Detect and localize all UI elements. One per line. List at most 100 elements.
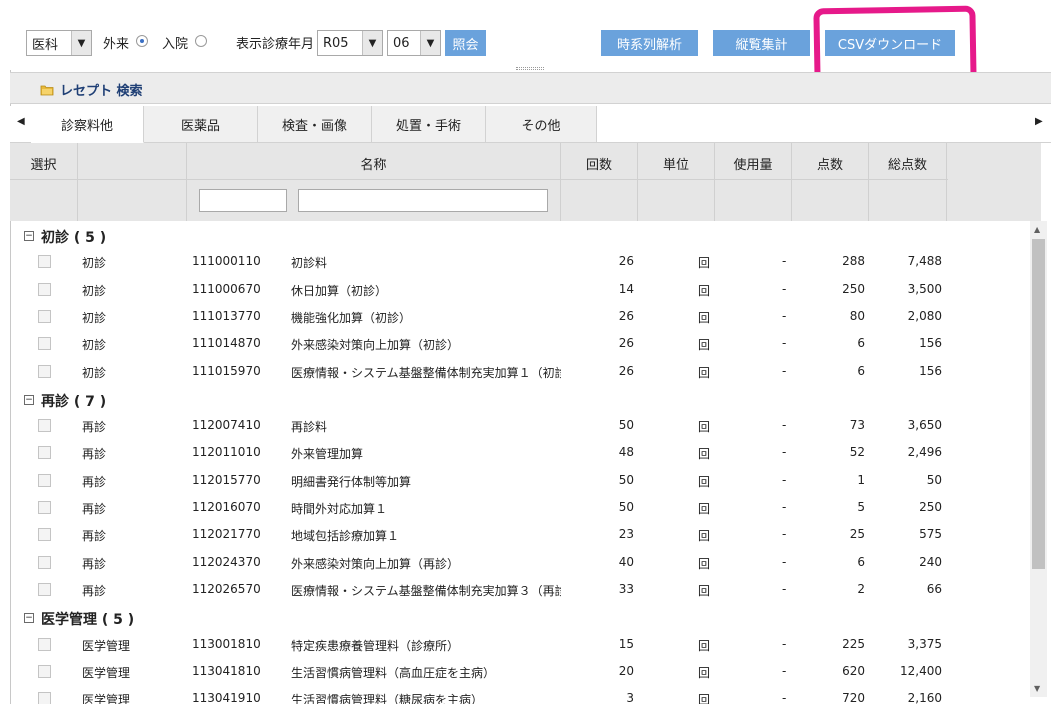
splitter-handle[interactable]	[516, 67, 544, 70]
timeseries-analysis-button[interactable]: 時系列解析	[601, 30, 698, 56]
row-checkbox[interactable]	[38, 582, 51, 596]
row-checkbox[interactable]	[38, 255, 51, 269]
table-row[interactable]: 再診 112007410 再診料 50 回 - 73 3,650	[10, 413, 1030, 440]
total-points-cell: 250	[919, 500, 942, 514]
receipt-search-title[interactable]: レセプト 検索	[60, 80, 143, 99]
scroll-down-icon[interactable]: ▼	[1034, 684, 1040, 693]
column-header-points[interactable]: 点数	[792, 143, 869, 221]
column-header-usage[interactable]: 使用量	[715, 143, 792, 221]
table-row[interactable]: 再診 112026570 医療情報・システム基盤整備体制充実加算３（再診） 33 回 - 2…	[10, 577, 1030, 604]
group-title: 医学管理 ( 5 )	[41, 612, 135, 629]
name-filter-input[interactable]	[298, 189, 548, 212]
row-checkbox[interactable]	[38, 337, 51, 351]
row-checkbox[interactable]	[38, 473, 51, 487]
category-cell: 初診	[82, 256, 107, 271]
code-cell: 112026570	[192, 581, 261, 596]
name-cell: 生活習慣病管理料（糖尿病を主病）	[291, 693, 484, 704]
category-cell: 再診	[82, 556, 107, 571]
total-points-cell: 2,496	[907, 445, 942, 460]
column-header-unit[interactable]: 単位	[638, 143, 715, 221]
month-select[interactable]: 06 ▼	[387, 30, 441, 56]
collapse-icon[interactable]: −	[24, 231, 34, 241]
total-points-cell: 156	[919, 336, 942, 351]
group-header[interactable]: − 再診 ( 7 )	[10, 386, 1030, 413]
table-row[interactable]: 再診 112021770 地域包括診療加算１ 23 回 - 25 575	[10, 522, 1030, 549]
outpatient-label: 外来	[103, 37, 130, 52]
era-year-select[interactable]: R05 ▼	[317, 30, 383, 56]
unit-cell: 回	[698, 693, 711, 704]
outpatient-radio[interactable]	[136, 35, 148, 47]
tab-scroll-right-icon[interactable]: ▶	[1035, 116, 1043, 127]
query-button[interactable]: 照会	[445, 30, 486, 56]
table-row[interactable]: 初診 111014870 外来感染対策向上加算（初診） 26 回 - 6 156	[10, 331, 1030, 358]
usage-cell: -	[782, 472, 787, 487]
row-checkbox[interactable]	[38, 446, 51, 460]
code-filter-input[interactable]	[199, 189, 287, 212]
row-checkbox[interactable]	[38, 282, 51, 296]
department-select[interactable]: 医科 ▼	[26, 30, 92, 56]
table-row[interactable]: 初診 111013770 機能強化加算（初診） 26 回 - 80 2,080	[10, 304, 1030, 331]
code-cell: 113001810	[192, 636, 261, 651]
collapse-icon[interactable]: −	[24, 394, 34, 405]
count-cell: 14	[618, 281, 634, 296]
table-row[interactable]: 再診 112011010 外来管理加算 48 回 - 52 2,496	[10, 440, 1030, 467]
column-header-total-points[interactable]: 総点数	[869, 143, 947, 221]
category-cell: 再診	[82, 583, 107, 598]
column-header-select[interactable]: 選択	[10, 143, 78, 221]
table-row[interactable]: 初診 111000110 初診料 26 回 - 288 7,488	[10, 249, 1030, 276]
tab-procedure-surgery[interactable]: 処置・手術	[372, 106, 486, 143]
name-cell: 医療情報・システム基盤整備体制充実加算１（初診）	[291, 365, 561, 380]
table-row[interactable]: 再診 112024370 外来感染対策向上加算（再診） 40 回 - 6 240	[10, 550, 1030, 577]
points-cell: 1	[857, 472, 865, 487]
table-row[interactable]: 初診 111015970 医療情報・システム基盤整備体制充実加算１（初診） 26 回 - 6…	[10, 359, 1030, 386]
table-row[interactable]: 再診 112015770 明細書発行体制等加算 50 回 - 1 50	[10, 468, 1030, 495]
row-checkbox[interactable]	[38, 664, 51, 678]
vertical-scrollbar[interactable]: ▲ ▼	[1030, 221, 1047, 697]
total-points-cell: 50	[926, 472, 942, 487]
tab-exam-imaging[interactable]: 検査・画像	[258, 106, 372, 143]
name-cell: 特定疾患療養管理料（診療所）	[291, 638, 460, 653]
tab-other[interactable]: その他	[486, 106, 597, 143]
tab-bar: ◀ 診察料他 医薬品 検査・画像 処置・手術 その他 ▶	[10, 106, 1051, 143]
name-cell: 外来感染対策向上加算（初診）	[291, 338, 460, 353]
table-row[interactable]: 医学管理 113041810 生活習慣病管理料（高血圧症を主病） 20 回 - 620 12,…	[10, 659, 1030, 686]
inpatient-radio[interactable]	[195, 35, 207, 47]
category-cell: 再診	[82, 420, 107, 435]
scroll-up-icon[interactable]: ▲	[1034, 225, 1040, 234]
name-cell: 再診料	[291, 420, 328, 435]
group-header[interactable]: − 初診 ( 5 )	[10, 222, 1030, 249]
row-checkbox[interactable]	[38, 419, 51, 433]
unit-cell: 回	[698, 365, 711, 380]
tab-scroll-left-icon[interactable]: ◀	[17, 116, 25, 127]
row-checkbox[interactable]	[38, 528, 51, 542]
tab-medicine[interactable]: 医薬品	[144, 106, 258, 143]
table-row[interactable]: 医学管理 113041910 生活習慣病管理料（糖尿病を主病） 3 回 - 720 2,160	[10, 686, 1030, 704]
chevron-down-icon: ▼	[362, 31, 382, 55]
unit-cell: 回	[698, 283, 711, 298]
table-row[interactable]: 医学管理 113001810 特定疾患療養管理料（診療所） 15 回 - 225 3,375	[10, 632, 1030, 659]
tab-consultation[interactable]: 診察料他	[31, 106, 144, 143]
column-header-count[interactable]: 回数	[561, 143, 638, 221]
row-checkbox[interactable]	[38, 555, 51, 569]
row-checkbox[interactable]	[38, 637, 51, 651]
row-checkbox[interactable]	[38, 309, 51, 323]
table-row[interactable]: 再診 112016070 時間外対応加算１ 50 回 - 5 250	[10, 495, 1030, 522]
folder-icon	[40, 85, 54, 96]
usage-cell: -	[782, 445, 787, 460]
table-row[interactable]: 初診 111000670 休日加算（初診） 14 回 - 250 3,500	[10, 277, 1030, 304]
scrollbar-thumb[interactable]	[1032, 239, 1045, 569]
row-checkbox[interactable]	[38, 501, 51, 514]
points-cell: 6	[857, 363, 865, 378]
total-points-cell: 2,160	[907, 691, 942, 704]
row-checkbox[interactable]	[38, 692, 51, 704]
summary-button[interactable]: 縦覧集計	[713, 30, 810, 56]
header-divider	[10, 179, 948, 180]
usage-cell: -	[782, 254, 787, 269]
code-cell: 112021770	[192, 527, 261, 542]
unit-cell: 回	[698, 665, 711, 680]
points-cell: 250	[842, 281, 865, 296]
collapse-icon[interactable]: −	[24, 613, 34, 624]
group-header[interactable]: − 医学管理 ( 5 )	[10, 604, 1030, 631]
points-cell: 52	[849, 445, 865, 460]
row-checkbox[interactable]	[38, 364, 51, 378]
